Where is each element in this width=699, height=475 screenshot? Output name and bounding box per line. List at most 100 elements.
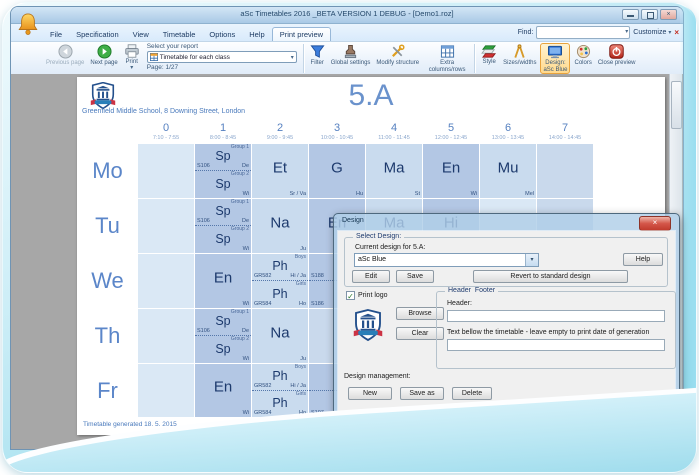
new-button[interactable]: New	[348, 387, 392, 400]
lesson-group-half: Group 2SpWi	[195, 336, 251, 363]
next-arrow-icon	[97, 44, 112, 59]
modify-structure-button[interactable]: Modify structure	[374, 43, 421, 74]
find-combo[interactable]: ▾	[536, 26, 630, 39]
tab-file[interactable]: File	[43, 28, 69, 41]
room-label: S188	[311, 273, 324, 279]
room-label: GR584	[254, 301, 271, 307]
period-time: 7:10 - 7:55	[138, 135, 194, 143]
edit-button[interactable]: Edit	[352, 270, 390, 283]
design-button[interactable]: Design:aSc Blue	[540, 43, 570, 74]
header-label: Header:	[447, 300, 472, 307]
timetable-cell: MuMel	[480, 144, 537, 199]
timetable-cell-empty	[138, 309, 195, 364]
save-as-button[interactable]: Save as	[400, 387, 444, 400]
teacher-label: De	[242, 328, 249, 334]
teacher-label: Hi / Ja	[290, 383, 306, 389]
footer-input[interactable]	[447, 339, 665, 351]
timetable-cell: Group 1SpS106DeGroup 2SpWi	[195, 309, 252, 364]
style-layers-icon	[481, 44, 497, 58]
teacher-label: De	[242, 218, 249, 224]
teacher-label: De	[242, 163, 249, 169]
dialog-logo-preview	[350, 305, 386, 345]
page-info: Page: 1/27	[147, 64, 297, 71]
timetable-cell: Group 1SpS106DeGroup 2SpWi	[195, 199, 252, 254]
room-label: GR582	[254, 383, 271, 389]
tab-help[interactable]: Help	[242, 28, 271, 41]
check-icon: ✓	[347, 292, 354, 301]
next-page-button[interactable]: Next page	[88, 43, 119, 74]
period-number: 3	[309, 122, 365, 135]
tools-icon	[390, 44, 405, 59]
colors-button[interactable]: Colors	[572, 43, 593, 74]
scrollbar-thumb[interactable]	[671, 81, 682, 129]
timetable-cell: NaJu	[252, 309, 309, 364]
tab-timetable[interactable]: Timetable	[156, 28, 203, 41]
sizes-widths-button[interactable]: Sizes/widths	[501, 43, 538, 74]
period-time: 13:00 - 13:45	[480, 135, 536, 143]
close-toolbar-icon[interactable]: ×	[674, 28, 679, 37]
report-selector-group: Select your report Timetable for each cl…	[143, 43, 301, 71]
save-button[interactable]: Save	[396, 270, 434, 283]
tab-view[interactable]: View	[126, 28, 156, 41]
print-logo-checkbox[interactable]: ✓	[346, 291, 355, 300]
day-label: Fr	[77, 364, 138, 417]
timetable-cell-empty	[138, 144, 195, 199]
close-preview-button[interactable]: Close preview	[596, 43, 638, 74]
header-input[interactable]	[447, 310, 665, 322]
timetable-cell: EnWi	[423, 144, 480, 199]
lesson-group-half: BoysPhGR582Hi / Ja	[252, 364, 308, 391]
minimize-button[interactable]	[622, 9, 639, 20]
close-button[interactable]: ×	[660, 9, 677, 20]
teacher-label: Hu	[356, 191, 363, 197]
style-button[interactable]: Style	[479, 43, 499, 74]
subject-label: Sp	[195, 177, 251, 191]
delete-button[interactable]: Delete	[452, 387, 492, 400]
global-settings-button[interactable]: Global settings	[329, 43, 373, 74]
previous-page-button[interactable]: Previous page	[44, 43, 86, 74]
tab-options[interactable]: Options	[202, 28, 242, 41]
footer-label: Text bellow the timetable - leave empty …	[447, 329, 673, 336]
lesson-group-half: Group 2SpWi	[195, 226, 251, 253]
subject-label: Ph	[252, 259, 308, 273]
revert-button[interactable]: Revert to standard design	[473, 270, 628, 283]
window-title: aSc Timetables 2016 _BETA VERSION 1 DEBU…	[11, 9, 683, 18]
teacher-label: Ho	[299, 410, 306, 416]
printer-icon	[124, 44, 140, 58]
app-menu-bell-icon[interactable]	[17, 12, 39, 36]
design-combo[interactable]: aSc Blue ▾	[354, 253, 539, 267]
design-dialog: Design × Select Design: Current design f…	[333, 213, 680, 431]
dialog-close-button[interactable]: ×	[639, 216, 671, 231]
print-button[interactable]: Print ▾	[122, 43, 142, 74]
current-design-label: Current design for 5.A:	[355, 244, 425, 251]
subject-label: Sp	[195, 204, 251, 218]
ribbon-tabs: MainFileSpecificationViewTimetableOption…	[43, 27, 331, 41]
report-combo[interactable]: Timetable for each class ▾	[147, 51, 297, 63]
title-bar[interactable]: aSc Timetables 2016 _BETA VERSION 1 DEBU…	[11, 7, 683, 24]
find-zone: Find: ▾ Customize ▾ ×	[518, 26, 679, 39]
class-title: 5.A	[77, 79, 665, 113]
subject-label: Ph	[252, 369, 308, 383]
chevron-down-icon: ▾	[525, 254, 538, 266]
room-label: GR582	[254, 273, 271, 279]
help-button[interactable]: Help	[623, 253, 663, 266]
subject-label: Ma	[366, 159, 422, 176]
timetable-cell: En Wi	[195, 364, 252, 418]
restore-button[interactable]	[641, 9, 658, 20]
subject-label: En	[195, 379, 251, 396]
subject-label: G	[309, 159, 365, 176]
teacher-label: Mel	[525, 191, 534, 197]
tab-specification[interactable]: Specification	[69, 28, 126, 41]
filter-funnel-icon	[310, 44, 325, 59]
find-input[interactable]	[537, 27, 629, 38]
room-label: S107	[311, 410, 324, 416]
subject-label: Ph	[252, 287, 308, 301]
subject-label: Sp	[195, 314, 251, 328]
customize-menu[interactable]: Customize ▾	[633, 29, 671, 36]
teacher-label: Wi	[243, 410, 249, 416]
filter-button[interactable]: Filter	[308, 43, 327, 74]
select-report-label: Select your report	[147, 43, 297, 50]
tab-print-preview[interactable]: Print preview	[272, 27, 331, 41]
timetable-cell-empty	[537, 144, 594, 199]
extra-columns-rows-button[interactable]: Extra columns/rows	[423, 43, 471, 74]
timetable-cell: EtSr / Va	[252, 144, 309, 199]
